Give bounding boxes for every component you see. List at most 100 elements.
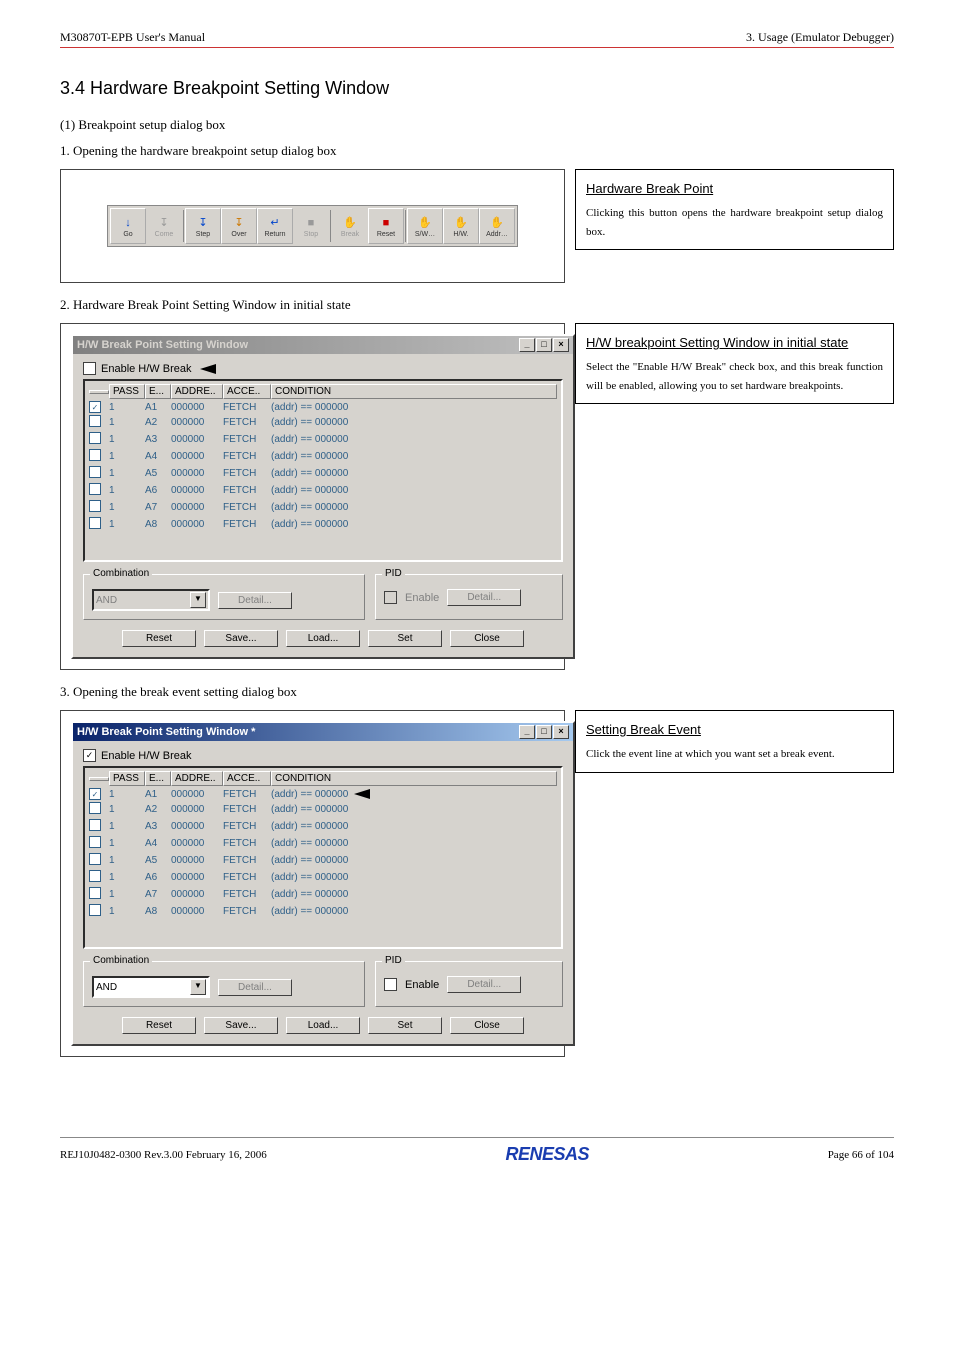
load-button[interactable]: Load... [286,1017,360,1034]
maximize-icon[interactable]: □ [536,338,552,352]
cell: FETCH [223,451,271,462]
reset-button[interactable]: Reset [122,630,196,647]
cell: FETCH [223,821,271,832]
pid-detail-button: Detail... [447,976,521,993]
load-button[interactable]: Load... [286,630,360,647]
cell: A8 [145,906,171,917]
row-checkbox[interactable]: ✓ [89,401,101,413]
row-checkbox[interactable] [89,853,101,865]
window-titlebar[interactable]: H/W Break Point Setting Window_□× [73,336,573,354]
cell: 1 [109,402,145,413]
row-checkbox[interactable] [89,819,101,831]
cell-condition: (addr) == 000000 [271,434,557,445]
close-button[interactable]: Close [450,1017,524,1034]
save-button[interactable]: Save... [204,1017,278,1034]
enable-hw-break-checkbox[interactable]: ✓ [83,749,96,762]
column-header[interactable]: ACCE.. [223,771,271,786]
row-checkbox[interactable] [89,517,101,529]
toolbar-reset-button[interactable]: ■Reset [368,208,404,244]
column-header[interactable] [89,390,109,394]
cell: 000000 [171,502,223,513]
window-titlebar[interactable]: H/W Break Point Setting Window *_□× [73,723,573,741]
cell: A1 [145,402,171,413]
close-icon[interactable]: × [553,725,569,739]
pid-detail-button: Detail... [447,589,521,606]
list-item[interactable]: 1A7000000FETCH(addr) == 000000 [87,499,559,516]
list-item[interactable]: 1A3000000FETCH(addr) == 000000 [87,818,559,835]
toolbar-go-button[interactable]: ↓Go [110,208,146,244]
header-right: 3. Usage (Emulator Debugger) [746,30,894,45]
column-header[interactable]: PASS [109,384,145,399]
row-checkbox[interactable] [89,870,101,882]
list-item[interactable]: 1A8000000FETCH(addr) == 000000 [87,516,559,533]
row-checkbox[interactable] [89,432,101,444]
list-item[interactable]: 1A5000000FETCH(addr) == 000000 [87,465,559,482]
cell: 000000 [171,402,223,413]
set-button[interactable]: Set [368,630,442,647]
combination-value: AND [96,595,117,606]
minimize-icon[interactable]: _ [519,725,535,739]
row-checkbox[interactable] [89,449,101,461]
save-button[interactable]: Save... [204,630,278,647]
list-item[interactable]: 1A4000000FETCH(addr) == 000000 [87,835,559,852]
column-header[interactable]: E... [145,384,171,399]
list-item[interactable]: 1A5000000FETCH(addr) == 000000 [87,852,559,869]
list-item[interactable]: ✓1A1000000FETCH(addr) == 000000 [87,787,559,801]
column-header[interactable]: E... [145,771,171,786]
cell: FETCH [223,789,271,800]
list-item[interactable]: 1A2000000FETCH(addr) == 000000 [87,801,559,818]
toolbar-return-button[interactable]: ↵Return [257,208,293,244]
cell: 000000 [171,872,223,883]
close-button[interactable]: Close [450,630,524,647]
hw-break-window: H/W Break Point Setting Window *_□× ✓ Enab… [71,721,575,1046]
row-checkbox[interactable] [89,500,101,512]
list-item[interactable]: 1A7000000FETCH(addr) == 000000 [87,886,559,903]
maximize-icon[interactable]: □ [536,725,552,739]
list-item[interactable]: 1A6000000FETCH(addr) == 000000 [87,869,559,886]
toolbar-addr-button[interactable]: ✋Addr… [479,208,515,244]
reset-button[interactable]: Reset [122,1017,196,1034]
list-item[interactable]: 1A3000000FETCH(addr) == 000000 [87,431,559,448]
column-header[interactable] [89,777,109,781]
chevron-down-icon: ▼ [190,592,206,608]
toolbar-sw-button[interactable]: ✋S/W… [407,208,443,244]
close-icon[interactable]: × [553,338,569,352]
column-header[interactable]: CONDITION [271,771,557,786]
cell: 000000 [171,855,223,866]
list-item[interactable]: 1A2000000FETCH(addr) == 000000 [87,414,559,431]
column-header[interactable]: ACCE.. [223,384,271,399]
cell: 1 [109,838,145,849]
toolbar-step-button[interactable]: ↧Step [185,208,221,244]
cell-condition: (addr) == 000000 [271,789,557,800]
pid-enable-checkbox[interactable] [384,978,397,991]
row-checkbox[interactable] [89,904,101,916]
toolbar-label: Addr… [486,231,508,238]
list-item[interactable]: ✓1A1000000FETCH(addr) == 000000 [87,400,559,414]
list-item[interactable]: 1A4000000FETCH(addr) == 000000 [87,448,559,465]
minimize-icon[interactable]: _ [519,338,535,352]
column-header[interactable]: PASS [109,771,145,786]
row-checkbox[interactable] [89,415,101,427]
combination-group: CombinationAND▼Detail... [83,574,365,620]
toolbar-hw-button[interactable]: ✋H/W. [443,208,479,244]
combination-select[interactable]: AND▼ [92,976,210,998]
list-item[interactable]: 1A6000000FETCH(addr) == 000000 [87,482,559,499]
set-button[interactable]: Set [368,1017,442,1034]
enable-hw-break-label: Enable H/W Break [101,750,191,762]
toolbar-over-button[interactable]: ↧Over [221,208,257,244]
row-checkbox[interactable] [89,466,101,478]
row-checkbox[interactable] [89,483,101,495]
row-checkbox[interactable]: ✓ [89,788,101,800]
list-item[interactable]: 1A8000000FETCH(addr) == 000000 [87,903,559,920]
row-checkbox[interactable] [89,802,101,814]
column-header[interactable]: CONDITION [271,384,557,399]
section-title: 3.4 Hardware Breakpoint Setting Window [60,78,894,99]
row-checkbox[interactable] [89,887,101,899]
cell: A3 [145,821,171,832]
column-header[interactable]: ADDRE.. [171,384,223,399]
column-header[interactable]: ADDRE.. [171,771,223,786]
chevron-down-icon[interactable]: ▼ [190,979,206,995]
row-checkbox[interactable] [89,836,101,848]
cell: A3 [145,434,171,445]
enable-hw-break-checkbox[interactable] [83,362,96,375]
